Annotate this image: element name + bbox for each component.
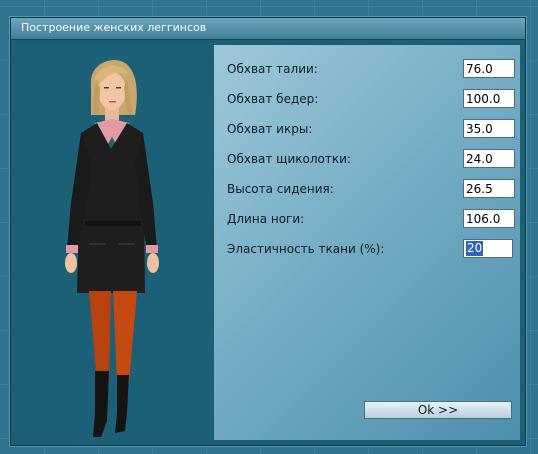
calf-girth-label: Обхват икры: — [227, 122, 313, 136]
ankle-girth-input[interactable] — [463, 149, 515, 168]
title-bar[interactable]: Построение женских леггинсов — [11, 18, 525, 40]
model-preview-panel — [15, 45, 213, 440]
waist-girth-label: Обхват талии: — [227, 62, 318, 76]
leg-length-label: Длина ноги: — [227, 212, 305, 226]
fabric-elasticity-value: 20 — [466, 241, 484, 256]
calf-girth-input[interactable] — [463, 119, 515, 138]
waist-girth-input[interactable] — [463, 59, 515, 78]
seat-height-label: Высота сидения: — [227, 182, 334, 196]
ankle-girth-label: Обхват щиколотки: — [227, 152, 351, 166]
measurements-panel: Обхват талии: Обхват бедер: Обхват икры:… — [214, 45, 520, 440]
dialog-title: Построение женских леггинсов — [21, 21, 207, 34]
seat-height-input[interactable] — [463, 179, 515, 198]
leg-length-input[interactable] — [463, 209, 515, 228]
model-figure-image — [65, 59, 159, 437]
hip-girth-input[interactable] — [463, 89, 515, 108]
fabric-elasticity-label: Эластичность ткани (%): — [227, 242, 385, 256]
hip-girth-label: Обхват бедер: — [227, 92, 319, 106]
fabric-elasticity-input[interactable]: 20 — [463, 239, 513, 258]
leggings-dialog: Построение женских леггинсов Обхват тали… — [10, 17, 526, 446]
ok-button[interactable]: Ok >> — [364, 401, 512, 419]
